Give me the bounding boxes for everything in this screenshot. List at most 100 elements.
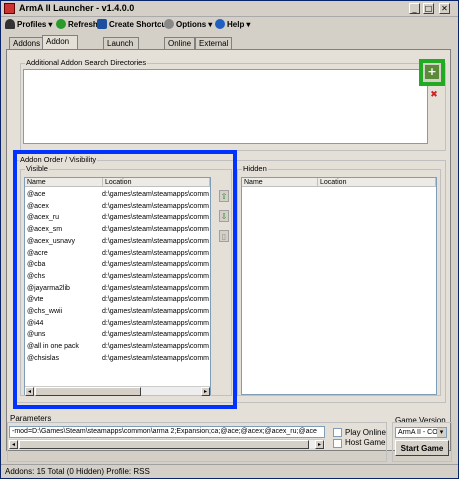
- create-shortcut-button[interactable]: Create Shortcut: [97, 18, 169, 30]
- addon-name: @ace: [27, 191, 46, 198]
- addon-name: @jayarma2lib: [27, 284, 70, 292]
- table-row[interactable]: @ace d:\games\steam\steamapps\comm: [27, 190, 212, 200]
- addon-name: @chs: [27, 272, 45, 280]
- chevron-down-icon: ▾: [246, 19, 251, 29]
- tab-addons[interactable]: Addons: [9, 37, 45, 49]
- create-shortcut-label: Create Shortcut: [109, 19, 170, 29]
- move-down-button[interactable]: ⇩: [219, 210, 229, 222]
- move-up-button[interactable]: ⇧: [219, 190, 229, 202]
- visible-addons-list[interactable]: Name Location @ace d:\games\steam\steamap…: [24, 177, 212, 396]
- table-row[interactable]: @acex_ru d:\games\steam\steamapps\comm: [27, 213, 212, 223]
- addon-location: d:\games\steam\steamapps\comm: [102, 296, 209, 304]
- hidden-label: Hidden: [242, 164, 268, 173]
- options-label: Options: [176, 19, 207, 29]
- visible-hscrollbar[interactable]: ◂ ▸: [25, 386, 210, 396]
- minimize-button[interactable]: _: [409, 3, 420, 14]
- addon-location: d:\games\steam\steamapps\comm: [102, 343, 209, 351]
- table-row[interactable]: @cba d:\games\steam\steamapps\comm: [27, 260, 212, 270]
- profiles-label: Profiles: [17, 19, 47, 29]
- profiles-menu[interactable]: Profiles ▾: [5, 18, 52, 30]
- addon-name: @all in one pack: [27, 343, 79, 351]
- table-row[interactable]: @jayarma2lib d:\games\steam\steamapps\com…: [27, 284, 212, 294]
- hidden-list-header: Name Location: [242, 178, 436, 187]
- refresh-label: Refresh: [68, 19, 98, 29]
- addon-location: d:\games\steam\steamapps\comm: [102, 319, 209, 327]
- addon-name: @cba: [27, 261, 46, 269]
- addon-location: d:\games\steam\steamapps\comm: [102, 191, 209, 198]
- play-online-checkbox[interactable]: [333, 428, 342, 437]
- options-menu[interactable]: Options ▾: [164, 18, 212, 30]
- tab-launch-options[interactable]: Launch Options: [103, 37, 139, 59]
- addon-location: d:\games\steam\steamapps\comm: [102, 284, 209, 292]
- tab-online[interactable]: Online: [164, 37, 196, 49]
- tab-external-apps[interactable]: External Apps: [195, 37, 233, 59]
- addon-name: @i44: [27, 319, 44, 327]
- param-scroll-right-button[interactable]: ▸: [315, 440, 324, 449]
- chevron-down-icon: ▾: [48, 19, 53, 29]
- scroll-right-button[interactable]: ▸: [201, 387, 210, 396]
- host-game-label: Host Game: [345, 438, 386, 447]
- help-icon: [215, 19, 225, 29]
- addon-location: d:\games\steam\steamapps\comm: [102, 249, 209, 257]
- refresh-icon: [56, 19, 66, 29]
- table-row[interactable]: @chsislas d:\games\steam\steamapps\comm: [27, 354, 212, 364]
- parameters-field[interactable]: -mod=D:\Games\Steam\steamapps\common\arm…: [9, 426, 325, 438]
- addon-name: @acex_sm: [27, 226, 63, 234]
- chevron-down-icon: ▾: [208, 19, 213, 29]
- param-scroll-thumb[interactable]: [19, 440, 309, 449]
- search-dirs-list[interactable]: [23, 69, 428, 144]
- scroll-left-button[interactable]: ◂: [25, 387, 34, 396]
- parameters-hscrollbar[interactable]: ◂ ▸: [9, 439, 325, 449]
- table-row[interactable]: @acex d:\games\steam\steamapps\comm: [27, 202, 212, 212]
- help-label: Help: [227, 19, 245, 29]
- scroll-thumb[interactable]: [35, 387, 141, 396]
- refresh-button[interactable]: Refresh: [56, 18, 98, 30]
- app-icon: [4, 3, 15, 14]
- close-button[interactable]: ✕: [439, 3, 450, 14]
- table-row[interactable]: @acex_usnavy d:\games\steam\steamapps\com…: [27, 237, 212, 247]
- column-location-header[interactable]: Location: [103, 178, 210, 187]
- status-bar: Addons: 15 Total (0 Hidden) Profile: RSS: [1, 464, 458, 478]
- hidden-column-location-header[interactable]: Location: [318, 178, 436, 187]
- menu-bar: Profiles ▾ Refresh Create Shortcut Optio…: [1, 17, 458, 31]
- table-row[interactable]: @all in one pack d:\games\steam\steamapps…: [27, 342, 212, 352]
- addon-location: d:\games\steam\steamapps\comm: [102, 226, 209, 234]
- table-row[interactable]: @vte d:\games\steam\steamapps\comm: [27, 295, 212, 305]
- game-version-select[interactable]: ArmA II - CO ▾: [395, 427, 447, 438]
- help-menu[interactable]: Help ▾: [215, 18, 250, 30]
- addon-name: @acex: [27, 202, 49, 210]
- table-row[interactable]: @acre d:\games\steam\steamapps\comm: [27, 249, 212, 259]
- table-row[interactable]: @acex_sm d:\games\steam\steamapps\comm: [27, 225, 212, 235]
- host-game-checkbox[interactable]: [333, 439, 342, 448]
- add-directory-button[interactable]: +: [425, 65, 439, 79]
- addon-location: d:\games\steam\steamapps\comm: [102, 354, 209, 362]
- visible-group: Visible Name Location @ace d:\games\steam…: [20, 164, 232, 396]
- addon-location: d:\games\steam\steamapps\comm: [102, 308, 209, 315]
- hidden-addons-list[interactable]: Name Location: [241, 177, 437, 395]
- shortcut-icon: [97, 19, 107, 29]
- hidden-column-name-header[interactable]: Name: [242, 178, 318, 187]
- delete-addon-button[interactable]: ▯: [219, 230, 229, 242]
- search-dirs-label: Additional Addon Search Directories: [25, 58, 148, 67]
- maximize-button[interactable]: □: [423, 3, 434, 14]
- addon-location: d:\games\steam\steamapps\comm: [102, 261, 209, 269]
- addon-location: d:\games\steam\steamapps\comm: [102, 331, 209, 339]
- addon-location: d:\games\steam\steamapps\comm: [102, 202, 209, 210]
- param-scroll-left-button[interactable]: ◂: [9, 440, 18, 449]
- search-dirs-group: Additional Addon Search Directories + ✖: [20, 58, 446, 151]
- visible-list-header: Name Location: [25, 178, 210, 187]
- title-bar[interactable]: ArmA II Launcher - v1.4.0.0 _ □ ✕: [1, 1, 458, 17]
- table-row[interactable]: @i44 d:\games\steam\steamapps\comm: [27, 319, 212, 329]
- table-row[interactable]: @chs_wwii d:\games\steam\steamapps\comm: [27, 307, 212, 317]
- tab-addon-options[interactable]: Addon Options: [42, 35, 78, 57]
- column-name-header[interactable]: Name: [25, 178, 103, 187]
- addon-location: d:\games\steam\steamapps\comm: [102, 214, 209, 222]
- gear-icon: [164, 19, 174, 29]
- game-version-value: ArmA II - CO: [398, 429, 438, 436]
- table-row[interactable]: @uns d:\games\steam\steamapps\comm: [27, 330, 212, 340]
- chevron-down-icon[interactable]: ▾: [437, 428, 446, 437]
- table-row[interactable]: @chs d:\games\steam\steamapps\comm: [27, 272, 212, 282]
- start-game-button[interactable]: Start Game: [395, 440, 449, 456]
- remove-directory-button[interactable]: ✖: [429, 90, 439, 100]
- hidden-group: Hidden Name Location: [237, 164, 441, 396]
